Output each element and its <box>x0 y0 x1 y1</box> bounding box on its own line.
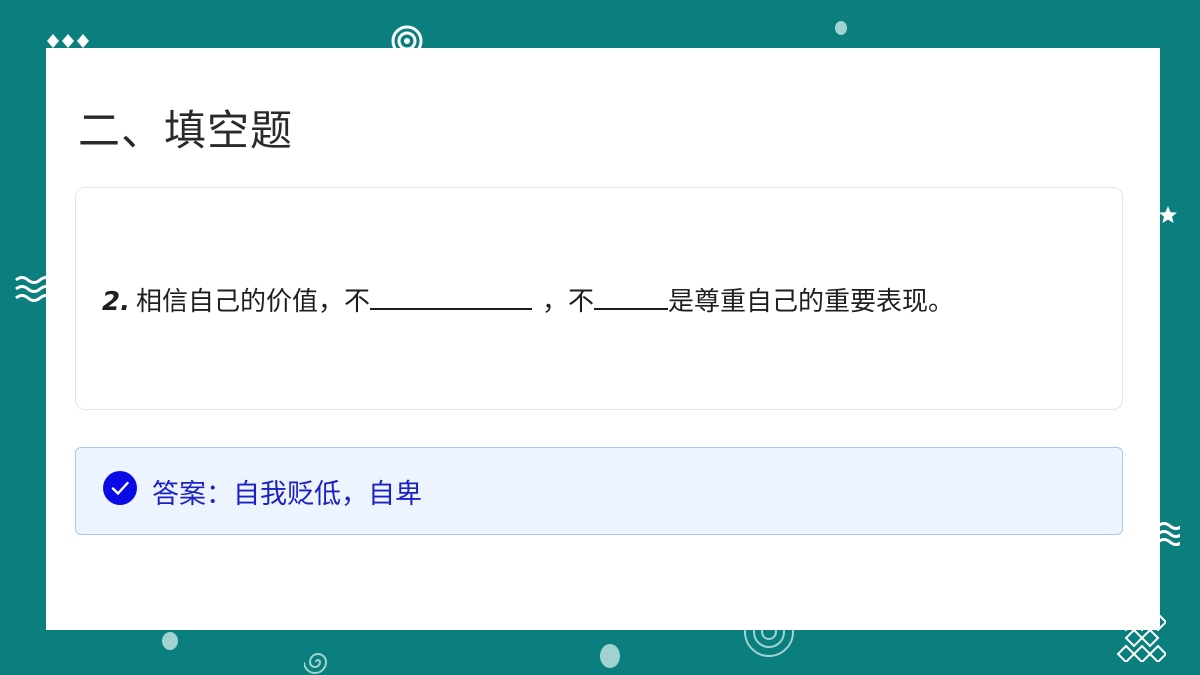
question-text: 2. 相信自己的价值，不 ，不 是尊重自己的重要表现。 <box>102 284 954 319</box>
question-text-part3: 是尊重自己的重要表现。 <box>668 287 955 317</box>
concentric-circles-icon <box>744 630 794 657</box>
section-title: 二、填空题 <box>78 106 294 155</box>
star-icon <box>1159 206 1177 223</box>
slide-card: 二、填空题 2. 相信自己的价值，不 ，不 是尊重自己的重要表现。 答案：自我贬低，自… <box>46 48 1160 630</box>
wave-lines-icon <box>1158 522 1180 546</box>
answer-text: 答案：自我贬低，自卑 <box>152 478 422 512</box>
spiral-icon <box>304 653 328 674</box>
dot-icon <box>835 21 847 35</box>
question-box: 2. 相信自己的价值，不 ，不 是尊重自己的重要表现。 <box>75 187 1123 410</box>
answer-value: 自我贬低，自卑 <box>233 479 422 510</box>
answer-box: 答案：自我贬低，自卑 <box>75 447 1123 535</box>
question-text-part1: 相信自己的价值，不 <box>135 287 370 317</box>
wave-lines-icon <box>15 276 48 302</box>
question-number: 2. <box>102 287 130 317</box>
diamond-cluster-icon <box>47 34 89 48</box>
blank-1 <box>369 284 532 310</box>
dot-icon <box>600 644 620 668</box>
dot-icon <box>162 632 178 650</box>
question-text-part2: ，不 <box>541 287 594 317</box>
blank-2 <box>594 284 668 310</box>
check-circle-icon <box>103 471 137 505</box>
answer-label: 答案： <box>152 479 233 510</box>
